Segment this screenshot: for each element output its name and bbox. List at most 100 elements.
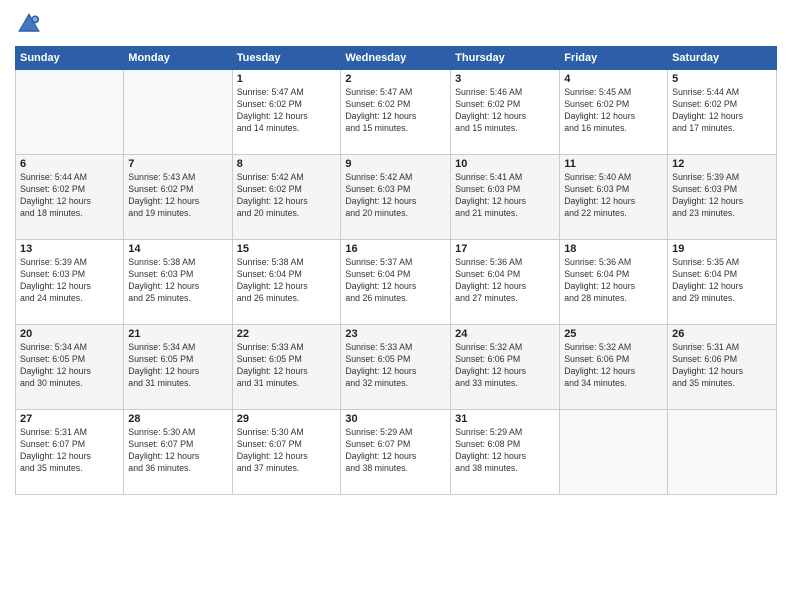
calendar-cell: 14Sunrise: 5:38 AM Sunset: 6:03 PM Dayli… bbox=[124, 240, 232, 325]
day-info: Sunrise: 5:40 AM Sunset: 6:03 PM Dayligh… bbox=[564, 172, 663, 220]
calendar-cell: 1 Sunrise: 5:47 AM Sunset: 6:02 PM Daylig… bbox=[232, 70, 341, 155]
day-info: Sunrise: 5:35 AM Sunset: 6:04 PM Dayligh… bbox=[672, 257, 772, 305]
day-info: Sunrise: 5:29 AM Sunset: 6:08 PM Dayligh… bbox=[455, 427, 555, 475]
day-number: 26 bbox=[672, 328, 772, 340]
day-info: Sunrise: 5:33 AM Sunset: 6:05 PM Dayligh… bbox=[345, 342, 446, 390]
calendar-cell bbox=[560, 410, 668, 495]
day-number: 7 bbox=[128, 158, 227, 170]
day-info: Sunrise: 5:32 AM Sunset: 6:06 PM Dayligh… bbox=[564, 342, 663, 390]
day-number: 13 bbox=[20, 243, 119, 255]
calendar-cell bbox=[668, 410, 777, 495]
col-header-thursday: Thursday bbox=[451, 47, 560, 70]
col-header-sunday: Sunday bbox=[16, 47, 124, 70]
day-info: Sunrise: 5:31 AM Sunset: 6:06 PM Dayligh… bbox=[672, 342, 772, 390]
calendar-cell: 26 Sunrise: 5:31 AM Sunset: 6:06 PM Dayli… bbox=[668, 325, 777, 410]
calendar-cell: 15 Sunrise: 5:38 AM Sunset: 6:04 PM Dayli… bbox=[232, 240, 341, 325]
day-number: 29 bbox=[237, 413, 337, 425]
calendar-cell: 3 Sunrise: 5:46 AM Sunset: 6:02 PM Daylig… bbox=[451, 70, 560, 155]
col-header-saturday: Saturday bbox=[668, 47, 777, 70]
day-number: 17 bbox=[455, 243, 555, 255]
day-info: Sunrise: 5:44 AM Sunset: 6:02 PM Dayligh… bbox=[672, 87, 772, 135]
day-info: Sunrise: 5:47 AM Sunset: 6:02 PM Dayligh… bbox=[237, 87, 337, 135]
calendar-cell: 23 Sunrise: 5:33 AM Sunset: 6:05 PM Dayli… bbox=[341, 325, 451, 410]
day-number: 5 bbox=[672, 73, 772, 85]
day-info: Sunrise: 5:36 AM Sunset: 6:04 PM Dayligh… bbox=[455, 257, 555, 305]
header bbox=[15, 10, 777, 38]
calendar-cell: 11 Sunrise: 5:40 AM Sunset: 6:03 PM Dayli… bbox=[560, 155, 668, 240]
calendar-table: SundayMondayTuesdayWednesdayThursdayFrid… bbox=[15, 46, 777, 495]
calendar-cell: 17 Sunrise: 5:36 AM Sunset: 6:04 PM Dayli… bbox=[451, 240, 560, 325]
week-row-5: 27Sunrise: 5:31 AM Sunset: 6:07 PM Dayli… bbox=[16, 410, 777, 495]
day-number: 9 bbox=[345, 158, 446, 170]
calendar-cell: 9 Sunrise: 5:42 AM Sunset: 6:03 PM Daylig… bbox=[341, 155, 451, 240]
page: SundayMondayTuesdayWednesdayThursdayFrid… bbox=[0, 0, 792, 612]
week-row-1: 1 Sunrise: 5:47 AM Sunset: 6:02 PM Daylig… bbox=[16, 70, 777, 155]
day-info: Sunrise: 5:41 AM Sunset: 6:03 PM Dayligh… bbox=[455, 172, 555, 220]
calendar-cell bbox=[124, 70, 232, 155]
week-row-2: 6 Sunrise: 5:44 AM Sunset: 6:02 PM Daylig… bbox=[16, 155, 777, 240]
logo bbox=[15, 10, 47, 38]
day-number: 31 bbox=[455, 413, 555, 425]
calendar-cell: 24Sunrise: 5:32 AM Sunset: 6:06 PM Dayli… bbox=[451, 325, 560, 410]
calendar-cell: 10Sunrise: 5:41 AM Sunset: 6:03 PM Dayli… bbox=[451, 155, 560, 240]
col-header-friday: Friday bbox=[560, 47, 668, 70]
calendar-cell: 30 Sunrise: 5:29 AM Sunset: 6:07 PM Dayli… bbox=[341, 410, 451, 495]
day-info: Sunrise: 5:30 AM Sunset: 6:07 PM Dayligh… bbox=[128, 427, 227, 475]
day-info: Sunrise: 5:43 AM Sunset: 6:02 PM Dayligh… bbox=[128, 172, 227, 220]
col-header-monday: Monday bbox=[124, 47, 232, 70]
day-info: Sunrise: 5:38 AM Sunset: 6:04 PM Dayligh… bbox=[237, 257, 337, 305]
day-number: 30 bbox=[345, 413, 446, 425]
day-info: Sunrise: 5:37 AM Sunset: 6:04 PM Dayligh… bbox=[345, 257, 446, 305]
day-info: Sunrise: 5:29 AM Sunset: 6:07 PM Dayligh… bbox=[345, 427, 446, 475]
day-info: Sunrise: 5:36 AM Sunset: 6:04 PM Dayligh… bbox=[564, 257, 663, 305]
day-info: Sunrise: 5:39 AM Sunset: 6:03 PM Dayligh… bbox=[672, 172, 772, 220]
week-row-4: 20 Sunrise: 5:34 AM Sunset: 6:05 PM Dayli… bbox=[16, 325, 777, 410]
day-number: 15 bbox=[237, 243, 337, 255]
day-number: 8 bbox=[237, 158, 337, 170]
day-number: 18 bbox=[564, 243, 663, 255]
day-number: 22 bbox=[237, 328, 337, 340]
calendar-cell: 8 Sunrise: 5:42 AM Sunset: 6:02 PM Daylig… bbox=[232, 155, 341, 240]
day-info: Sunrise: 5:30 AM Sunset: 6:07 PM Dayligh… bbox=[237, 427, 337, 475]
day-info: Sunrise: 5:33 AM Sunset: 6:05 PM Dayligh… bbox=[237, 342, 337, 390]
calendar-cell: 5 Sunrise: 5:44 AM Sunset: 6:02 PM Daylig… bbox=[668, 70, 777, 155]
calendar-cell bbox=[16, 70, 124, 155]
day-info: Sunrise: 5:46 AM Sunset: 6:02 PM Dayligh… bbox=[455, 87, 555, 135]
day-number: 24 bbox=[455, 328, 555, 340]
calendar-cell: 18 Sunrise: 5:36 AM Sunset: 6:04 PM Dayli… bbox=[560, 240, 668, 325]
day-info: Sunrise: 5:42 AM Sunset: 6:02 PM Dayligh… bbox=[237, 172, 337, 220]
day-number: 14 bbox=[128, 243, 227, 255]
calendar-cell: 12 Sunrise: 5:39 AM Sunset: 6:03 PM Dayli… bbox=[668, 155, 777, 240]
day-number: 3 bbox=[455, 73, 555, 85]
day-number: 25 bbox=[564, 328, 663, 340]
day-number: 16 bbox=[345, 243, 446, 255]
day-info: Sunrise: 5:42 AM Sunset: 6:03 PM Dayligh… bbox=[345, 172, 446, 220]
calendar-cell: 27Sunrise: 5:31 AM Sunset: 6:07 PM Dayli… bbox=[16, 410, 124, 495]
day-number: 6 bbox=[20, 158, 119, 170]
day-number: 4 bbox=[564, 73, 663, 85]
day-info: Sunrise: 5:34 AM Sunset: 6:05 PM Dayligh… bbox=[128, 342, 227, 390]
day-info: Sunrise: 5:39 AM Sunset: 6:03 PM Dayligh… bbox=[20, 257, 119, 305]
logo-icon bbox=[15, 10, 43, 38]
day-info: Sunrise: 5:44 AM Sunset: 6:02 PM Dayligh… bbox=[20, 172, 119, 220]
calendar-cell: 4Sunrise: 5:45 AM Sunset: 6:02 PM Daylig… bbox=[560, 70, 668, 155]
calendar-cell: 13 Sunrise: 5:39 AM Sunset: 6:03 PM Dayli… bbox=[16, 240, 124, 325]
day-number: 21 bbox=[128, 328, 227, 340]
col-header-wednesday: Wednesday bbox=[341, 47, 451, 70]
calendar-cell: 28 Sunrise: 5:30 AM Sunset: 6:07 PM Dayli… bbox=[124, 410, 232, 495]
day-number: 28 bbox=[128, 413, 227, 425]
day-info: Sunrise: 5:47 AM Sunset: 6:02 PM Dayligh… bbox=[345, 87, 446, 135]
day-number: 19 bbox=[672, 243, 772, 255]
header-row: SundayMondayTuesdayWednesdayThursdayFrid… bbox=[16, 47, 777, 70]
calendar-cell: 31 Sunrise: 5:29 AM Sunset: 6:08 PM Dayli… bbox=[451, 410, 560, 495]
calendar-cell: 20Sunrise: 5:34 AM Sunset: 6:05 PM Dayli… bbox=[16, 325, 124, 410]
day-number: 12 bbox=[672, 158, 772, 170]
week-row-3: 13 Sunrise: 5:39 AM Sunset: 6:03 PM Dayli… bbox=[16, 240, 777, 325]
day-number: 11 bbox=[564, 158, 663, 170]
day-number: 1 bbox=[237, 73, 337, 85]
day-number: 23 bbox=[345, 328, 446, 340]
calendar-cell: 16 Sunrise: 5:37 AM Sunset: 6:04 PM Dayli… bbox=[341, 240, 451, 325]
calendar-cell: 22 Sunrise: 5:33 AM Sunset: 6:05 PM Dayli… bbox=[232, 325, 341, 410]
calendar-cell: 2Sunrise: 5:47 AM Sunset: 6:02 PM Daylig… bbox=[341, 70, 451, 155]
day-number: 20 bbox=[20, 328, 119, 340]
